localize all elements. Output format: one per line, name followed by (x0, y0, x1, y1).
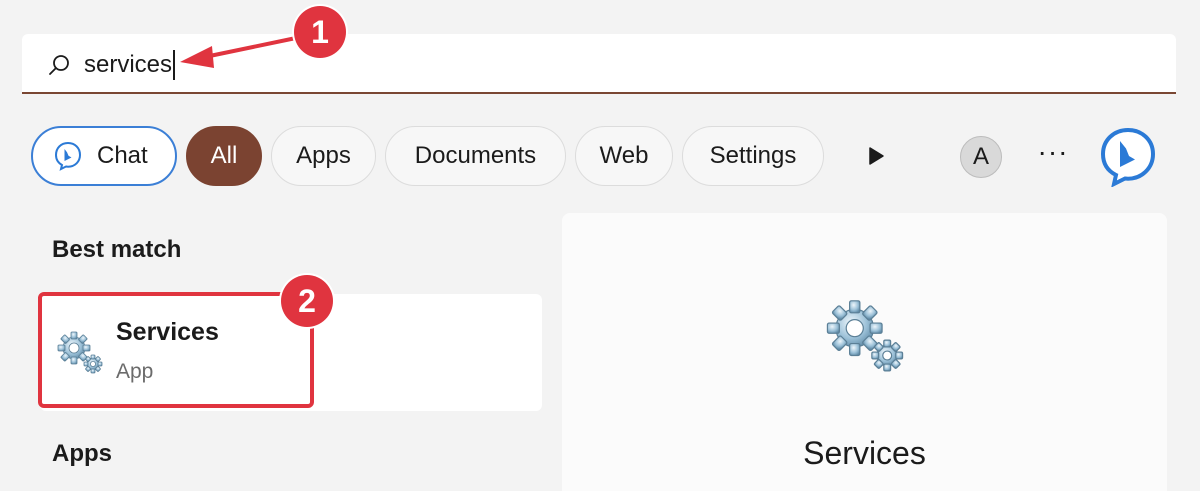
step-marker-2: 2 (281, 275, 333, 327)
search-box[interactable]: services (22, 34, 1176, 94)
step-marker-1: 1 (294, 6, 346, 58)
chip-apps[interactable]: Apps (271, 126, 376, 186)
apps-heading: Apps (52, 440, 112, 467)
text-caret (173, 50, 176, 80)
chip-chat-label: Chat (97, 142, 148, 169)
preview-pane: Services (562, 213, 1167, 491)
windows-search-panel: services Chat All Apps Documents Web Set… (0, 0, 1200, 491)
chip-documents[interactable]: Documents (385, 126, 566, 186)
preview-title: Services (803, 435, 926, 471)
search-input[interactable]: services (84, 50, 176, 80)
chip-all[interactable]: All (186, 126, 262, 186)
gears-icon (826, 300, 904, 372)
highlight-box (38, 292, 314, 408)
more-options-button[interactable]: ··· (1033, 138, 1073, 174)
chip-web[interactable]: Web (575, 126, 673, 186)
search-query-text: services (84, 51, 173, 78)
play-arrow-icon[interactable] (866, 146, 886, 166)
chip-chat[interactable]: Chat (31, 126, 177, 186)
search-icon (49, 55, 69, 75)
account-avatar[interactable]: A (960, 136, 1002, 178)
bing-icon[interactable] (1098, 127, 1158, 187)
best-match-heading: Best match (52, 236, 182, 263)
bing-icon (54, 141, 82, 171)
chip-settings[interactable]: Settings (682, 126, 824, 186)
